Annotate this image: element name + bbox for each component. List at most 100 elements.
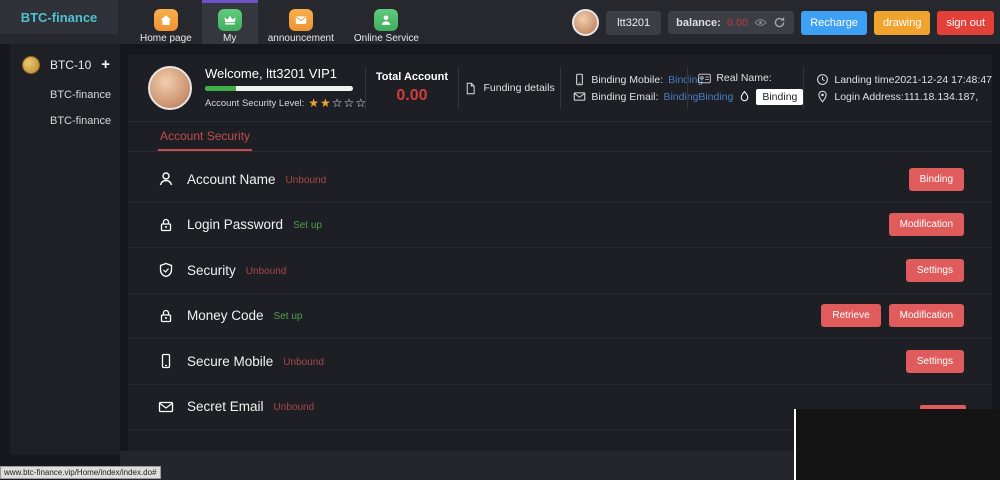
username-chip: ltt3201	[606, 11, 661, 35]
lock-icon	[158, 308, 174, 324]
welcome-text: Welcome, ltt3201 VIP1	[205, 66, 365, 81]
balance-label: balance:	[676, 17, 721, 29]
sidebar: BTC-10 + BTC-finance BTC-finance	[0, 34, 120, 480]
binding-block: Binding Mobile: Binding Binding Email: B…	[561, 69, 687, 107]
nav-item-announcement[interactable]: announcement	[258, 0, 344, 44]
drop-icon	[738, 90, 751, 103]
real-name-actions: Binding Binding	[698, 89, 803, 105]
row-security: Security Unbound Settings	[128, 248, 992, 294]
row-label: Login Password	[187, 217, 283, 232]
security-level: Account Security Level: ★★ ☆☆☆	[205, 96, 365, 110]
tab-account-security[interactable]: Account Security	[158, 122, 252, 151]
total-account-label: Total Account	[366, 71, 458, 83]
row-label: Account Name	[187, 172, 276, 187]
nav-label-online-service: Online Service	[354, 33, 419, 44]
mobile-icon	[573, 73, 586, 86]
row-secure-mobile: Secure Mobile Unbound Settings	[128, 339, 992, 385]
security-progress	[205, 86, 353, 91]
row-label: Secret Email	[187, 399, 264, 414]
status-badge: Set up	[293, 220, 322, 231]
star-icons-empty: ☆☆☆	[332, 96, 367, 110]
landing-time-line: Landing time2021-12-24 17:48:47	[816, 73, 992, 86]
sidebar-item-btc-finance-1[interactable]: BTC-finance	[10, 82, 120, 108]
row-account-name: Account Name Unbound Binding	[128, 157, 992, 203]
settings-button[interactable]: Settings	[906, 350, 964, 373]
settings-button[interactable]: Settings	[906, 259, 964, 282]
app-logo[interactable]: BTC-finance	[0, 0, 118, 34]
real-name-binding-button[interactable]: Binding	[756, 89, 803, 105]
status-badge: Unbound	[246, 266, 287, 277]
status-badge: Unbound	[274, 402, 315, 413]
modification-button[interactable]: Modification	[889, 213, 964, 236]
add-icon[interactable]: +	[101, 60, 110, 70]
funding-details-link[interactable]: Funding details	[459, 82, 560, 95]
clock-icon	[816, 73, 829, 86]
sidebar-group-label: BTC-10	[40, 58, 101, 72]
nav-label-announcement: announcement	[268, 33, 334, 44]
retrieve-button[interactable]: Retrieve	[821, 304, 880, 327]
status-bar-link: www.btc-finance.vip/Home/index/index.do#	[0, 466, 161, 479]
total-account-value: 0.00	[366, 87, 458, 105]
user-cluster: ltt3201 balance: 0.00 Recharge drawing s…	[572, 9, 994, 36]
balance-box: balance: 0.00	[668, 11, 794, 34]
binding-button[interactable]: Binding	[909, 168, 964, 191]
login-address-text: Login Address:111.18.134.187,	[834, 91, 978, 103]
status-badge: Set up	[274, 311, 303, 322]
content-panel: Welcome, ltt3201 VIP1 Account Security L…	[128, 55, 992, 451]
nav-item-home[interactable]: Home page	[130, 0, 202, 44]
binding-email-line: Binding Email: Binding	[573, 90, 687, 103]
email-icon	[158, 399, 174, 415]
binding-mobile-label: Binding Mobile:	[591, 74, 663, 86]
real-name-label: Real Name:	[716, 72, 771, 84]
recharge-button[interactable]: Recharge	[801, 11, 867, 35]
real-name-link[interactable]: Binding	[698, 91, 733, 103]
mobile-icon	[158, 353, 174, 369]
email-icon	[573, 90, 586, 103]
sidebar-group-btc10[interactable]: BTC-10 +	[10, 44, 120, 82]
person-icon	[374, 9, 398, 31]
landing-time-text: Landing time2021-12-24 17:48:47	[834, 74, 992, 86]
welcome-block: Welcome, ltt3201 VIP1 Account Security L…	[205, 66, 365, 110]
refresh-icon[interactable]	[773, 16, 786, 29]
drawing-button[interactable]: drawing	[874, 11, 931, 35]
mail-icon	[289, 9, 313, 31]
main-nav: Home page My announcement Online Service	[130, 0, 429, 44]
row-login-password: Login Password Set up Modification	[128, 203, 992, 249]
session-info-block: Landing time2021-12-24 17:48:47 Login Ad…	[804, 69, 992, 107]
avatar[interactable]	[572, 9, 599, 36]
eye-icon[interactable]	[754, 16, 767, 29]
id-card-icon	[698, 72, 711, 85]
profile-header: Welcome, ltt3201 VIP1 Account Security L…	[128, 55, 992, 122]
nav-label-my: My	[223, 33, 236, 44]
location-pin-icon	[816, 90, 829, 103]
profile-avatar[interactable]	[148, 66, 192, 110]
sidebar-item-btc-finance-2[interactable]: BTC-finance	[10, 108, 120, 134]
crown-icon	[218, 9, 242, 31]
coin-icon	[22, 56, 40, 74]
row-label: Money Code	[187, 308, 264, 323]
status-badge: Unbound	[286, 175, 327, 186]
login-address-line: Login Address:111.18.134.187,	[816, 90, 992, 103]
nav-label-home: Home page	[140, 33, 192, 44]
nav-item-online-service[interactable]: Online Service	[344, 0, 429, 44]
security-level-label: Account Security Level:	[205, 98, 304, 109]
top-bar: Home page My announcement Online Service…	[0, 0, 1000, 44]
sign-out-button[interactable]: sign out	[937, 11, 994, 35]
balance-value: 0.00	[727, 17, 748, 29]
modification-button[interactable]: Modification	[889, 304, 964, 327]
status-badge: Unbound	[283, 357, 324, 368]
star-icons-filled: ★★	[308, 96, 332, 110]
document-icon	[464, 82, 477, 95]
row-label: Security	[187, 263, 236, 278]
home-icon	[154, 9, 178, 31]
binding-email-label: Binding Email:	[591, 91, 658, 103]
real-name-line: Real Name:	[698, 72, 803, 85]
nav-item-my[interactable]: My	[202, 0, 258, 44]
funding-details-label: Funding details	[483, 82, 554, 94]
row-label: Secure Mobile	[187, 354, 273, 369]
binding-mobile-line: Binding Mobile: Binding	[573, 73, 687, 86]
shield-icon	[158, 262, 174, 278]
security-progress-fill	[205, 86, 236, 91]
black-overlay	[794, 409, 1000, 480]
lock-icon	[158, 217, 174, 233]
